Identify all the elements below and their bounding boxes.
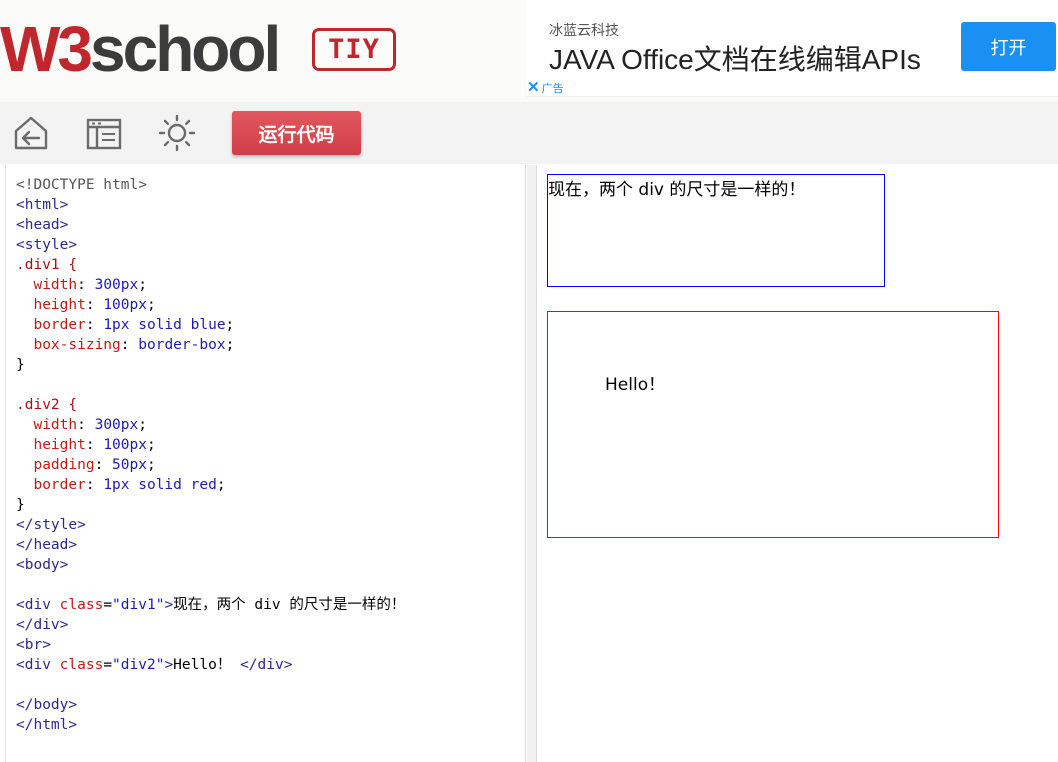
code-line: </div>	[16, 617, 69, 633]
ad-label: 广告	[541, 83, 564, 95]
ad-close-icon[interactable]: ✕	[527, 80, 540, 95]
ad-company: 冰蓝云科技	[549, 22, 619, 38]
result-div2: Hello！	[547, 311, 999, 538]
code-line: <!DOCTYPE html>	[16, 177, 147, 193]
code-line: <div class="div2">Hello！ </div>	[16, 657, 293, 673]
code-line: .div2 {	[16, 397, 78, 413]
code-line: border: 1px solid red;	[33, 477, 226, 493]
brightness-icon[interactable]	[158, 114, 196, 152]
ad-title[interactable]: JAVA Office文档在线编辑APIs	[549, 38, 921, 78]
w3school-logo[interactable]: W3school	[0, 13, 281, 85]
layout-icon[interactable]	[85, 114, 123, 152]
code-line: box-sizing: border-box;	[33, 337, 235, 353]
result-div1: 现在，两个 div 的尺寸是一样的！	[547, 174, 885, 287]
toolbar: 运行代码	[0, 102, 1058, 164]
home-back-icon[interactable]	[12, 114, 50, 152]
ad-banner[interactable]: 冰蓝云科技 JAVA Office文档在线编辑APIs 打开 ✕ 广告	[527, 0, 1058, 97]
code-line: height: 100px;	[33, 297, 156, 313]
code-line: <body>	[16, 557, 69, 573]
code-line: </style>	[16, 517, 86, 533]
code-line: <br>	[16, 637, 51, 653]
code-line: width: 300px;	[33, 417, 147, 433]
code-text[interactable]: <!DOCTYPE html> <html> <head> <style> .d…	[16, 175, 405, 735]
code-line: </head>	[16, 537, 78, 553]
panel-splitter[interactable]	[527, 165, 537, 762]
tiy-badge: TIY	[312, 28, 396, 71]
code-line: <div class="div1">现在，两个 div 的尺寸是一样的！	[16, 597, 406, 613]
code-editor[interactable]: <!DOCTYPE html> <html> <head> <style> .d…	[5, 165, 526, 762]
code-line: }	[16, 357, 25, 373]
code-line: <head>	[16, 217, 69, 233]
result-div2-text: Hello！	[605, 375, 666, 395]
code-line: width: 300px;	[33, 277, 147, 293]
logo-w3: W3	[0, 13, 93, 85]
code-line: border: 1px solid blue;	[33, 317, 235, 333]
code-line: <html>	[16, 197, 69, 213]
logo-school: school	[90, 13, 281, 85]
code-line: </html>	[16, 717, 78, 733]
code-line: height: 100px;	[33, 437, 156, 453]
code-line: </body>	[16, 697, 78, 713]
result-preview: 现在，两个 div 的尺寸是一样的！ Hello！	[538, 165, 1058, 762]
run-code-button[interactable]: 运行代码	[232, 111, 361, 155]
ad-open-button[interactable]: 打开	[961, 22, 1056, 71]
code-line: <style>	[16, 237, 78, 253]
code-line: .div1 {	[16, 257, 78, 273]
code-line: }	[16, 497, 25, 513]
ad-mark: ✕ 广告	[527, 80, 564, 96]
code-line: padding: 50px;	[33, 457, 156, 473]
